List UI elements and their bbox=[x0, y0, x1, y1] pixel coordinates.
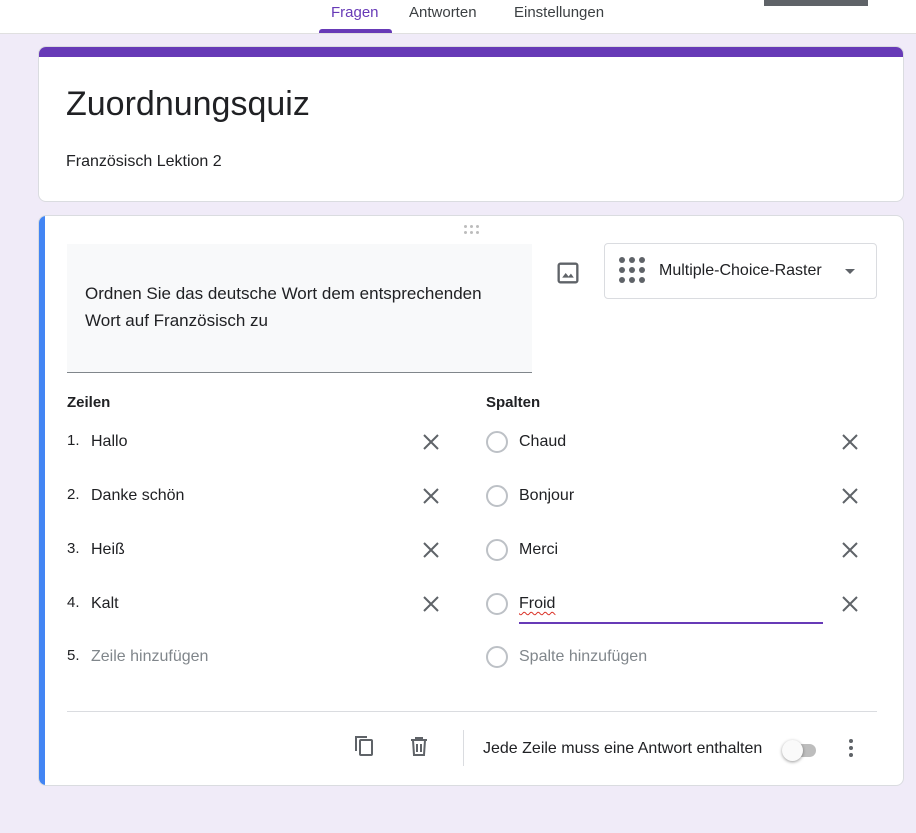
more-vert-icon[interactable] bbox=[839, 736, 863, 760]
active-input-underline bbox=[519, 622, 823, 624]
row-label[interactable]: Danke schön bbox=[91, 487, 184, 505]
row-item[interactable]: 4. Kalt bbox=[67, 590, 447, 620]
column-label-input[interactable]: Froid bbox=[519, 595, 555, 613]
tab-responses[interactable]: Antworten bbox=[409, 0, 477, 34]
remove-column-close-icon[interactable] bbox=[838, 538, 862, 562]
remove-row-close-icon[interactable] bbox=[419, 484, 443, 508]
radio-circle-icon bbox=[486, 593, 508, 615]
row-label[interactable]: Kalt bbox=[91, 595, 119, 613]
remove-column-close-icon[interactable] bbox=[838, 484, 862, 508]
column-item[interactable]: Merci bbox=[486, 536, 826, 566]
row-item[interactable]: 2. Danke schön bbox=[67, 482, 447, 512]
column-label[interactable]: Merci bbox=[519, 541, 558, 559]
radio-circle-icon bbox=[486, 485, 508, 507]
row-item[interactable]: 3. Heiß bbox=[67, 536, 447, 566]
required-label: Jede Zeile muss eine Antwort enthalten bbox=[483, 740, 763, 757]
row-number: 2. bbox=[67, 486, 80, 503]
active-tab-indicator bbox=[319, 29, 392, 33]
active-card-indicator bbox=[39, 216, 45, 785]
add-column-label[interactable]: Spalte hinzufügen bbox=[519, 648, 647, 666]
column-item[interactable]: Chaud bbox=[486, 428, 826, 458]
row-number: 4. bbox=[67, 594, 80, 611]
add-row[interactable]: 5. Zeile hinzufügen bbox=[67, 643, 447, 673]
form-description[interactable]: Französisch Lektion 2 bbox=[66, 153, 222, 171]
rows-heading: Zeilen bbox=[67, 394, 111, 411]
form-title[interactable]: Zuordnungsquiz bbox=[66, 85, 310, 124]
radio-circle-icon bbox=[486, 646, 508, 668]
form-header-card[interactable]: Zuordnungsquiz Französisch Lektion 2 bbox=[38, 46, 904, 202]
radio-circle-icon bbox=[486, 431, 508, 453]
remove-column-close-icon[interactable] bbox=[838, 430, 862, 454]
remove-column-close-icon[interactable] bbox=[838, 592, 862, 616]
row-number: 1. bbox=[67, 432, 80, 449]
column-label[interactable]: Chaud bbox=[519, 433, 566, 451]
toggle-knob bbox=[782, 740, 803, 761]
footer-divider bbox=[67, 711, 877, 712]
footer-vertical-divider bbox=[463, 730, 464, 766]
remove-row-close-icon[interactable] bbox=[419, 538, 443, 562]
question-title-text[interactable]: Ordnen Sie das deutsche Wort dem entspre… bbox=[85, 280, 515, 334]
question-title-field[interactable]: Ordnen Sie das deutsche Wort dem entspre… bbox=[67, 244, 532, 373]
add-row-label[interactable]: Zeile hinzufügen bbox=[91, 648, 208, 666]
top-tab-bar: Fragen Antworten Einstellungen bbox=[0, 0, 916, 34]
trash-icon[interactable] bbox=[407, 734, 431, 758]
question-card[interactable]: Ordnen Sie das deutsche Wort dem entspre… bbox=[38, 215, 904, 786]
columns-heading: Spalten bbox=[486, 394, 541, 411]
remove-row-close-icon[interactable] bbox=[419, 592, 443, 616]
row-label[interactable]: Heiß bbox=[91, 541, 125, 559]
column-item[interactable]: Bonjour bbox=[486, 482, 826, 512]
drag-handle-icon[interactable] bbox=[462, 224, 482, 236]
row-item[interactable]: 1. Hallo bbox=[67, 428, 447, 458]
question-type-dropdown[interactable]: Multiple-Choice-Raster bbox=[604, 243, 877, 299]
row-label[interactable]: Hallo bbox=[91, 433, 127, 451]
remove-row-close-icon[interactable] bbox=[419, 430, 443, 454]
row-number: 5. bbox=[67, 647, 80, 664]
tab-settings[interactable]: Einstellungen bbox=[514, 0, 604, 34]
radio-circle-icon bbox=[486, 539, 508, 561]
top-button-edge[interactable] bbox=[764, 0, 868, 6]
column-item-editing[interactable]: Froid bbox=[486, 590, 826, 620]
header-accent-bar bbox=[39, 47, 903, 57]
row-number: 3. bbox=[67, 540, 80, 557]
column-label[interactable]: Bonjour bbox=[519, 487, 574, 505]
required-toggle[interactable] bbox=[780, 738, 822, 762]
duplicate-icon[interactable] bbox=[352, 734, 376, 758]
chevron-down-icon bbox=[845, 269, 855, 274]
add-column[interactable]: Spalte hinzufügen bbox=[486, 643, 826, 673]
grid-icon bbox=[619, 257, 647, 285]
question-type-label: Multiple-Choice-Raster bbox=[659, 262, 822, 279]
image-icon[interactable] bbox=[554, 259, 582, 287]
